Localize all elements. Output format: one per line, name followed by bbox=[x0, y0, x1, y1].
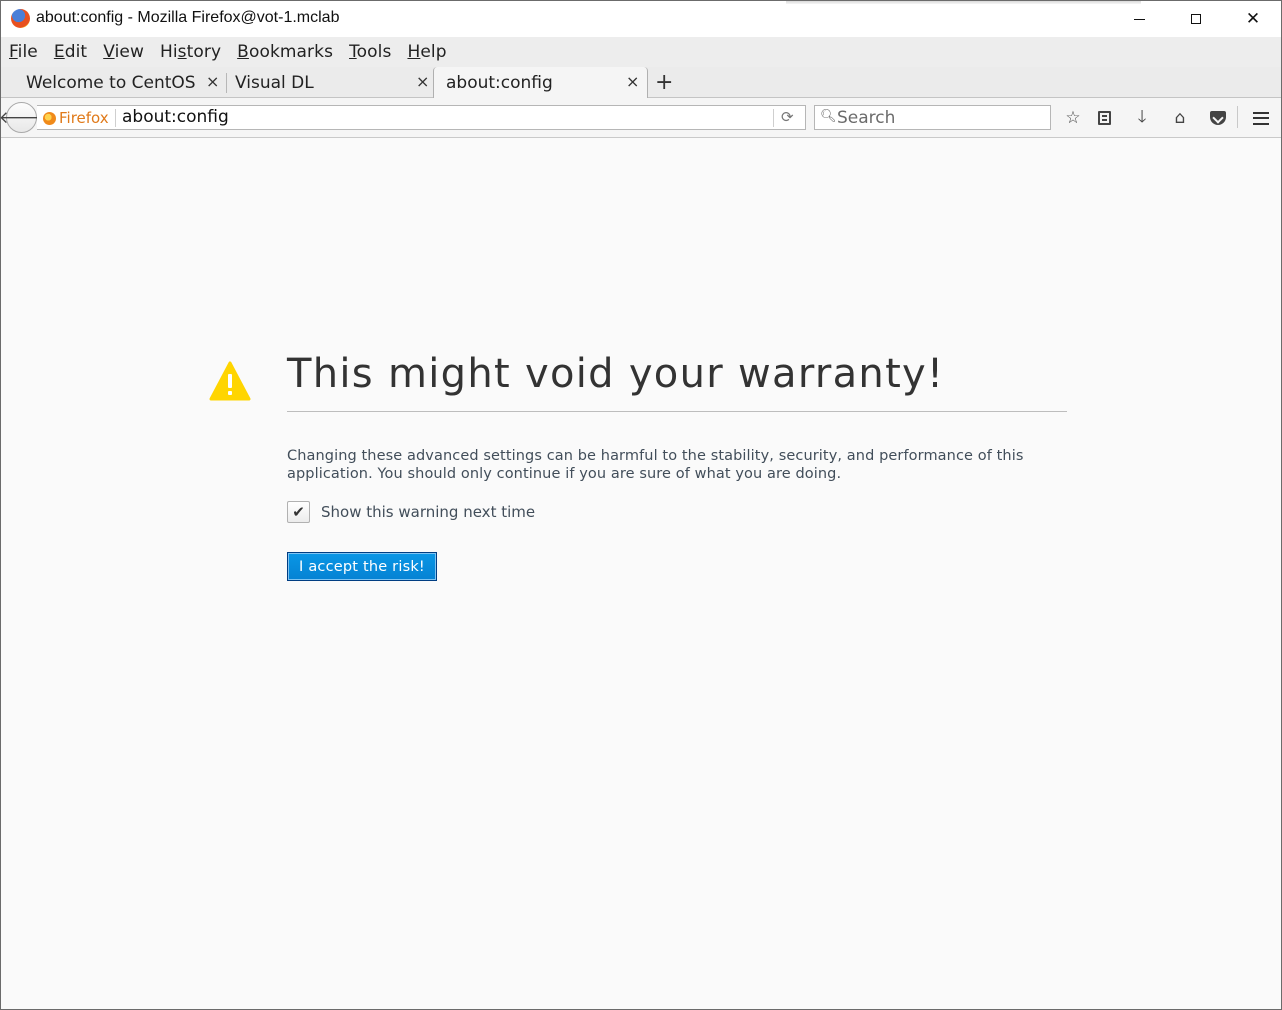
menu-bookmarks[interactable]: Bookmarks bbox=[237, 42, 333, 62]
close-tab-icon[interactable]: × bbox=[416, 72, 429, 91]
bookmarks-list-icon[interactable] bbox=[1092, 106, 1116, 130]
search-bar[interactable]: 🔍︎ bbox=[814, 105, 1051, 130]
title-bar-shadow bbox=[786, 1, 1141, 4]
menu-edit[interactable]: Edit bbox=[54, 42, 87, 62]
warning-triangle-icon bbox=[209, 361, 251, 401]
tab-label: about:config bbox=[446, 73, 553, 93]
tab-welcome-centos[interactable]: Welcome to CentOS × bbox=[26, 67, 221, 98]
close-window-button[interactable]: ✕ bbox=[1224, 1, 1282, 37]
minimize-icon bbox=[1133, 18, 1145, 20]
close-tab-icon[interactable]: × bbox=[206, 72, 219, 91]
show-warning-checkbox[interactable]: ✔ bbox=[287, 500, 310, 523]
tab-visual-dl[interactable]: Visual DL × bbox=[235, 67, 430, 98]
window-title: about:config - Mozilla Firefox@vot-1.mcl… bbox=[36, 9, 340, 26]
url-text[interactable]: about:config bbox=[122, 107, 229, 127]
home-icon[interactable]: ⌂ bbox=[1168, 106, 1192, 130]
show-warning-checkbox-row[interactable]: ✔ Show this warning next time bbox=[287, 500, 535, 523]
identity-separator bbox=[115, 109, 116, 127]
menu-bar: File Edit View History Bookmarks Tools H… bbox=[1, 37, 1281, 67]
close-tab-icon[interactable]: × bbox=[626, 72, 639, 91]
title-bar: about:config - Mozilla Firefox@vot-1.mcl… bbox=[1, 1, 1281, 37]
tab-label: Welcome to CentOS bbox=[26, 73, 196, 93]
back-button[interactable]: 🡐 bbox=[0, 102, 44, 133]
maximize-button[interactable] bbox=[1167, 1, 1225, 37]
reload-separator bbox=[773, 109, 774, 127]
maximize-icon bbox=[1191, 14, 1201, 24]
menu-help[interactable]: Help bbox=[407, 42, 446, 62]
heading-divider bbox=[287, 411, 1067, 412]
new-tab-button[interactable]: + bbox=[655, 70, 673, 95]
warning-description: Changing these advanced settings can be … bbox=[287, 448, 1024, 482]
tab-separator bbox=[226, 73, 227, 93]
menu-view[interactable]: View bbox=[103, 42, 144, 62]
menu-tools[interactable]: Tools bbox=[349, 42, 391, 62]
reload-icon[interactable]: ⟳ bbox=[781, 108, 794, 126]
firefox-window: about:config - Mozilla Firefox@vot-1.mcl… bbox=[0, 0, 1282, 1010]
firefox-identity-icon bbox=[43, 111, 56, 125]
download-icon[interactable]: 🡓 bbox=[1130, 106, 1154, 130]
close-icon: ✕ bbox=[1245, 8, 1261, 29]
menu-file[interactable]: File bbox=[9, 42, 38, 62]
warning-heading: This might void your warranty! bbox=[287, 351, 945, 397]
pocket-icon[interactable] bbox=[1206, 106, 1230, 130]
accept-risk-button[interactable]: I accept the risk! bbox=[287, 552, 437, 581]
minimize-button[interactable] bbox=[1110, 1, 1168, 37]
site-identity[interactable]: Firefox bbox=[43, 109, 109, 127]
firefox-icon bbox=[11, 9, 30, 28]
about-config-warning-page: This might void your warranty! Changing … bbox=[1, 139, 1281, 1009]
checkmark-icon: ✔ bbox=[292, 502, 305, 521]
tab-about-config[interactable]: about:config × bbox=[433, 67, 648, 99]
bookmark-star-icon[interactable]: ☆ bbox=[1061, 106, 1085, 130]
search-input[interactable] bbox=[837, 107, 1042, 128]
url-bar[interactable]: Firefox about:config ⟳ bbox=[37, 105, 806, 130]
show-warning-label[interactable]: Show this warning next time bbox=[321, 503, 535, 521]
menu-history[interactable]: History bbox=[160, 42, 221, 62]
tab-strip: Welcome to CentOS × Visual DL × about:co… bbox=[1, 67, 1281, 99]
navigation-toolbar: 🡐 Firefox about:config ⟳ 🔍︎ ☆ 🡓 ⌂ bbox=[0, 98, 1281, 138]
search-icon: 🔍︎ bbox=[820, 109, 837, 124]
identity-label: Firefox bbox=[59, 109, 109, 127]
toolbar-separator bbox=[1237, 106, 1238, 128]
tab-label: Visual DL bbox=[235, 73, 314, 93]
hamburger-menu-icon[interactable] bbox=[1249, 106, 1273, 130]
